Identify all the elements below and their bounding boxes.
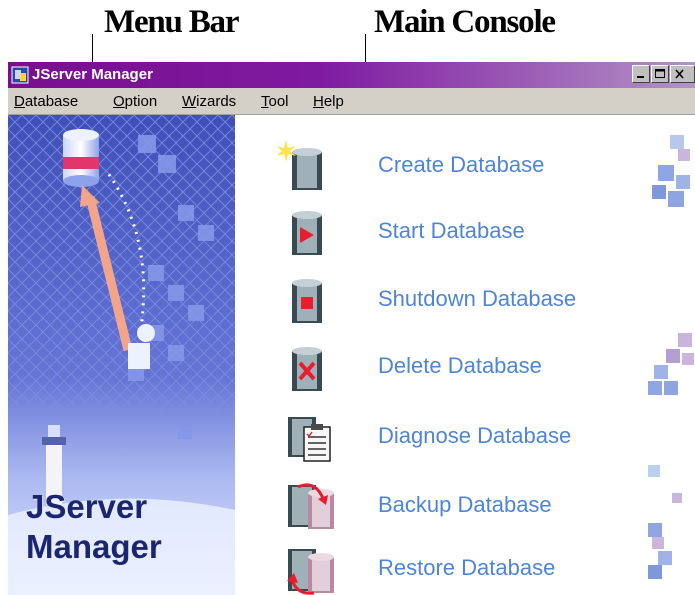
create-database-icon <box>278 140 322 190</box>
delete-database-item[interactable]: Delete Database <box>278 343 695 399</box>
menu-bar-annotation: Menu Bar <box>104 4 240 40</box>
start-database-label: Start Database <box>378 218 525 243</box>
menu-database[interactable]: Database <box>14 93 78 110</box>
restore-database-label: Restore Database <box>378 555 556 580</box>
shutdown-database-item[interactable]: Shutdown Database <box>278 275 695 331</box>
menu-option[interactable]: Option <box>113 93 157 110</box>
create-database-item[interactable]: Create Database <box>278 140 695 196</box>
branding-panel: JServer Manager <box>8 115 235 595</box>
diagnose-database-icon <box>288 417 331 462</box>
diagnose-database-label: Diagnose Database <box>378 423 572 448</box>
shutdown-database-icon <box>292 279 322 323</box>
app-window: JServer Manager Database Option Wizards … <box>8 62 695 595</box>
menu-wizards[interactable]: Wizards <box>182 93 236 110</box>
backup-database-label: Backup Database <box>378 492 552 517</box>
delete-database-label: Delete Database <box>378 353 542 378</box>
menu-help[interactable]: Help <box>313 93 344 110</box>
diagnose-database-item[interactable]: Diagnose Database <box>278 411 695 467</box>
window-title: JServer Manager <box>32 66 153 83</box>
create-database-label: Create Database <box>378 152 545 177</box>
start-database-item[interactable]: Start Database <box>278 207 695 263</box>
backup-database-item[interactable]: Backup Database <box>278 479 695 535</box>
menu-tool[interactable]: Tool <box>261 93 289 110</box>
start-database-icon <box>292 211 322 255</box>
backup-database-icon <box>288 483 334 529</box>
maximize-icon[interactable] <box>651 65 669 83</box>
delete-database-icon <box>292 347 322 391</box>
app-icon <box>11 66 29 84</box>
title-bar[interactable]: JServer Manager <box>8 62 695 88</box>
restore-database-item[interactable]: Restore Database <box>278 543 695 595</box>
brand-line-2: Manager <box>26 528 162 565</box>
main-console-annotation: Main Console <box>374 4 556 40</box>
shutdown-database-label: Shutdown Database <box>378 286 577 311</box>
close-icon[interactable] <box>670 65 695 83</box>
restore-database-icon <box>287 549 334 595</box>
brand-line-1: JServer <box>26 488 148 525</box>
minimize-icon[interactable] <box>632 65 650 83</box>
main-console: JServer Manager Create Database Start Da… <box>8 115 695 595</box>
menu-bar: Database Option Wizards Tool Help <box>8 88 695 115</box>
